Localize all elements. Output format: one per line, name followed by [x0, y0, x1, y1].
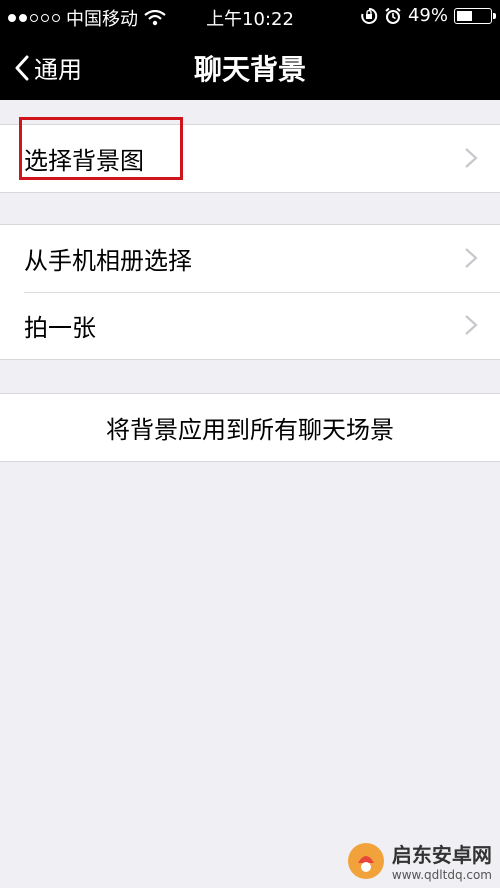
alarm-icon	[385, 7, 401, 24]
cell-label: 从手机相册选择	[24, 247, 192, 275]
apply-to-all-chats-button[interactable]: 将背景应用到所有聊天场景	[0, 394, 500, 461]
watermark-logo-icon	[347, 842, 384, 879]
watermark-url: www.qdltdq.com	[391, 868, 492, 882]
take-photo-cell[interactable]: 拍一张	[0, 292, 500, 359]
cell-label: 拍一张	[24, 314, 96, 342]
cell-label: 将背景应用到所有聊天场景	[106, 416, 394, 444]
choose-from-album-cell[interactable]: 从手机相册选择	[0, 225, 500, 292]
rotation-lock-icon	[361, 7, 378, 24]
battery-percent: 49%	[407, 5, 448, 26]
status-bar: 中国移动 上午10:22 49%	[0, 0, 500, 32]
battery-level	[457, 10, 472, 21]
watermark-name: 启东安卓网	[391, 843, 492, 867]
watermark-text: 启东安卓网 www.qdltdq.com	[392, 839, 492, 882]
settings-group-3: 将背景应用到所有聊天场景	[0, 393, 500, 462]
chevron-right-icon	[465, 315, 478, 335]
battery-icon	[454, 7, 496, 24]
settings-group-2: 从手机相册选择 拍一张	[0, 224, 500, 360]
chevron-right-icon	[465, 148, 478, 168]
chevron-right-icon	[465, 248, 478, 268]
watermark: 启东安卓网 www.qdltdq.com	[346, 839, 492, 882]
annotation-highlight-box	[19, 117, 183, 180]
page-title: 聊天背景	[193, 53, 306, 86]
navigation-bar: 通用 聊天背景	[0, 32, 500, 100]
status-right: 49%	[360, 5, 496, 26]
